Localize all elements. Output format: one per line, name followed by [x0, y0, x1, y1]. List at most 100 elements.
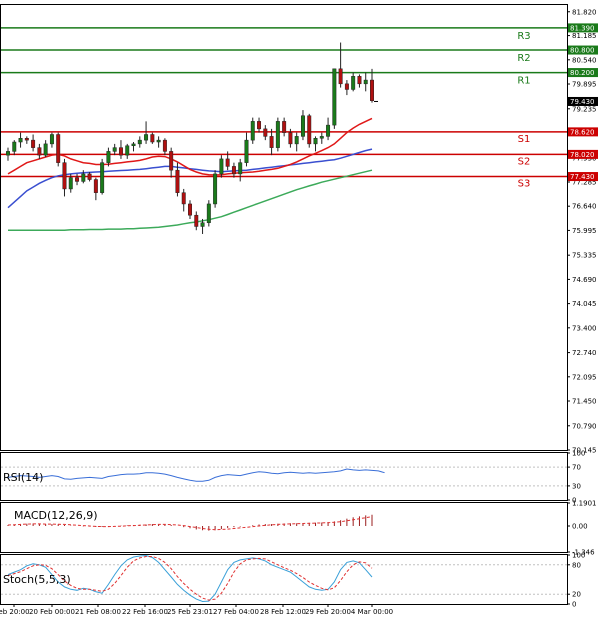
y-tick-label: 75.335	[572, 252, 597, 260]
y-tick-label: 80.540	[572, 56, 597, 64]
current-price-tag: 79.430	[570, 98, 595, 106]
time-axis: eb 20:00 20 Feb 00:00 21 Feb 08:00 22 Feb 1…	[0, 604, 393, 616]
level-name-r3: R3	[517, 31, 530, 42]
candle-body	[263, 128, 268, 137]
candle-body	[275, 121, 280, 148]
candle-body	[313, 138, 318, 145]
level-name-r1: R1	[517, 76, 530, 87]
candle-body	[307, 115, 312, 145]
y-tick-label: 73.400	[572, 324, 597, 332]
y-tick-label: 71.450	[572, 398, 597, 406]
candle-body	[338, 68, 343, 85]
candle-body	[213, 173, 218, 205]
sub-y-tick-label: 100	[572, 552, 585, 560]
candle-body	[357, 76, 362, 85]
candle-body	[118, 147, 123, 156]
candle-body	[12, 141, 17, 152]
candle-body	[363, 79, 368, 85]
candle-body	[137, 139, 142, 145]
candle-body	[194, 214, 199, 227]
candle-body	[219, 158, 224, 175]
y-tick-label: 74.690	[572, 276, 597, 284]
stoch-plot-frame	[0, 554, 568, 605]
x-tick-label: 22 Feb 16:00	[122, 608, 168, 616]
level-name-s2: S2	[518, 156, 531, 167]
candle-body	[206, 203, 211, 223]
candle-body	[81, 173, 86, 182]
candle-body	[150, 134, 155, 143]
candle-body	[319, 136, 324, 139]
price-axis: 81.82081.18580.54079.89579.23578.59077.9…	[567, 8, 598, 455]
y-tick-label: 76.640	[572, 203, 597, 211]
candle-body	[188, 203, 192, 216]
candle-body	[332, 68, 337, 126]
y-tick-label: 74.045	[572, 300, 597, 308]
y-tick-label: 81.185	[572, 32, 597, 40]
candle-body	[326, 124, 331, 137]
level-tag: 78.020	[570, 151, 595, 159]
x-tick-label: 27 Feb 04:00	[213, 608, 259, 616]
candle-body	[344, 83, 349, 90]
rsi-plot-frame	[0, 452, 568, 501]
sub-y-tick-label: 30	[572, 482, 581, 490]
candle-body	[269, 136, 274, 148]
candle-body	[238, 162, 243, 175]
stoch-label: Stoch(5,5,3)	[3, 573, 71, 586]
candle-body	[231, 166, 236, 175]
candle-body	[300, 115, 305, 137]
y-tick-label: 75.995	[572, 227, 597, 235]
candle-body	[112, 147, 117, 152]
candle-body	[43, 143, 48, 156]
rsi-label: RSI(14)	[3, 471, 43, 484]
price-chart: R3 R2 R1 S1 S2 S3 81.820 81.185 80.540 79.895 79.…	[0, 4, 598, 616]
level-tag: 81.390	[570, 24, 595, 32]
level-tag: 80.800	[570, 47, 595, 55]
candle-body	[169, 151, 174, 171]
candle-body	[31, 139, 36, 148]
x-tick-label: 28 Feb 12:00	[260, 608, 306, 616]
x-tick-label: 4 Mar 00:00	[351, 608, 393, 616]
candle-body	[162, 139, 167, 152]
candle-body	[56, 134, 61, 163]
candle-body	[125, 145, 130, 156]
y-tick-label: 79.895	[572, 81, 597, 89]
candle-body	[351, 76, 356, 90]
candle-body	[62, 162, 67, 190]
y-tick-label: 70.790	[572, 422, 597, 430]
x-tick-label: 25 Feb 23:01	[167, 608, 213, 616]
candle-body	[181, 192, 186, 205]
candle-body	[282, 121, 287, 133]
level-tag: 77.430	[570, 173, 595, 181]
y-tick-label: 72.740	[572, 349, 597, 357]
x-tick-label: eb 20:00	[0, 608, 30, 616]
sub-y-tick-label: 1.1901	[572, 500, 597, 508]
candle-body	[244, 139, 249, 163]
candle-body	[131, 143, 136, 147]
candle-body	[68, 177, 73, 190]
candle-body	[288, 132, 293, 145]
y-tick-label: 81.820	[572, 8, 597, 16]
level-tag: 80.200	[570, 69, 595, 77]
y-tick-label: 79.235	[572, 105, 597, 113]
sub-y-tick-label: 20	[572, 591, 581, 599]
main-plot-frame	[0, 4, 568, 451]
x-tick-label: 21 Feb 08:00	[75, 608, 121, 616]
sub-y-tick-label: 70	[572, 464, 581, 472]
sub-y-tick-label: 80	[572, 561, 581, 569]
candle-body	[18, 138, 23, 143]
level-name-s1: S1	[518, 134, 531, 145]
sub-y-tick-label: 0	[572, 601, 576, 609]
candle-body	[200, 222, 205, 227]
candle-body	[144, 134, 149, 141]
candle-body	[370, 79, 374, 101]
candle-body	[257, 121, 262, 130]
candle-body	[93, 179, 98, 193]
level-name-s3: S3	[518, 179, 531, 190]
candle-body	[6, 151, 10, 156]
candle-body	[156, 139, 161, 143]
y-tick-label: 72.095	[572, 373, 597, 381]
level-name-r2: R2	[517, 53, 530, 64]
candle-body	[75, 177, 80, 182]
x-tick-label: 20 Feb 00:00	[29, 608, 75, 616]
candle-body	[294, 136, 299, 145]
